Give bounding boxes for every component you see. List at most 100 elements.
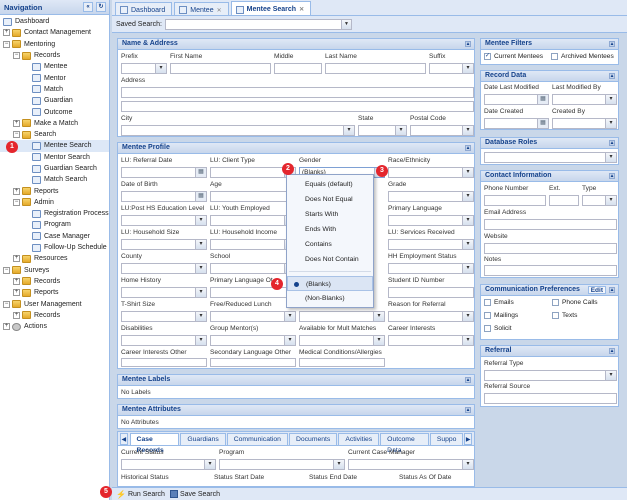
tree-item-match-search[interactable]: Match Search [0,174,109,185]
tree-item-follow-up-schedule[interactable]: Follow-Up Schedule [0,242,109,253]
referral-date-input[interactable] [121,167,207,178]
tab-communication[interactable]: Communication [226,433,288,445]
tree-item-survey-records[interactable]: + Records [0,276,109,287]
menu-item-does-not-contain[interactable]: Does Not Contain [287,252,373,267]
suffix-select[interactable] [429,63,474,74]
menu-item-equals[interactable]: Equals (default) [287,177,373,192]
tab-mentee[interactable]: Mentee ✕ [174,2,229,15]
hh-employment-select[interactable] [388,263,474,274]
archived-mentees-checkbox[interactable]: Archived Mentees [551,53,614,60]
tree-item-case-manager[interactable]: Case Manager [0,231,109,242]
last-name-input[interactable] [325,63,426,74]
expand-icon[interactable]: + [13,277,20,285]
saved-search-select[interactable]: ▼ [164,18,352,30]
mailings-checkbox[interactable]: Mailings [484,312,518,319]
collapse-toggle-icon[interactable]: ▴ [465,41,471,47]
tree-item-make-a-match[interactable]: + Make a Match [0,118,109,129]
tab-case-records[interactable]: Case Records [129,433,180,454]
program-select[interactable] [219,459,345,470]
household-income-select[interactable] [210,239,296,250]
tab-guardians[interactable]: Guardians [180,433,226,445]
tree-item-mentee[interactable]: Mentee [0,61,109,72]
referral-source-input[interactable] [484,393,617,404]
collapse-icon[interactable]: « [83,2,93,12]
tree-item-dashboard[interactable]: Dashboard [0,16,109,27]
tree-item-mentoring[interactable]: − Mentoring [0,39,109,50]
solicit-checkbox[interactable]: Solicit [484,325,512,332]
home-history-select[interactable] [121,287,207,298]
tshirt-size-select[interactable] [121,311,207,322]
tree-item-user-management[interactable]: − User Management [0,298,109,309]
collapse-node-icon[interactable]: − [13,52,20,60]
scroll-left-icon[interactable]: ◀ [120,433,128,445]
state-select[interactable] [358,125,407,136]
free-lunch-select[interactable] [210,311,296,322]
student-id-input[interactable] [388,287,474,298]
post-hs-select[interactable] [121,215,207,226]
scroll-right-icon[interactable]: ▶ [464,433,472,445]
phone-type-select[interactable] [582,195,617,206]
referral-type-select[interactable] [484,370,617,381]
county-select[interactable] [121,263,207,274]
close-icon[interactable]: ✕ [217,7,222,14]
run-search-button[interactable]: ⚡ Run Search [116,490,165,499]
edit-button[interactable]: Edit [587,286,606,294]
tree-item-contact-management[interactable]: + Contact Management [0,27,109,38]
menu-item-non-blanks[interactable]: (Non-Blanks) [287,291,373,306]
current-status-select[interactable] [121,459,216,470]
dob-input[interactable] [121,191,207,202]
collapse-toggle-icon[interactable]: ▴ [609,173,615,179]
tab-dashboard[interactable]: Dashboard [115,2,173,15]
middle-input[interactable] [274,63,322,74]
tree-item-mentor[interactable]: Mentor [0,72,109,83]
expand-icon[interactable]: + [13,289,20,297]
menu-item-does-not-equal[interactable]: Does Not Equal [287,192,373,207]
tree-item-reports[interactable]: + Reports [0,185,109,196]
menu-item-contains[interactable]: Contains [287,237,373,252]
tab-support[interactable]: Suppo [429,433,464,445]
collapse-toggle-icon[interactable]: ▴ [465,377,471,383]
collapse-node-icon[interactable]: − [3,40,10,48]
group-mentors-select[interactable] [210,335,296,346]
primary-language-select[interactable] [388,215,474,226]
ext-input[interactable] [549,195,579,206]
refresh-icon[interactable]: ↻ [96,2,106,12]
case-manager-select[interactable] [348,459,474,470]
tree-item-records[interactable]: − Records [0,50,109,61]
tab-activities[interactable]: Activities [338,433,380,445]
texts-checkbox[interactable]: Texts [552,312,577,319]
emails-checkbox[interactable]: Emails [484,299,514,306]
created-by-select[interactable] [552,118,617,129]
prefix-select[interactable] [121,63,167,74]
phone-calls-checkbox[interactable]: Phone Calls [552,299,598,306]
secondary-language-input[interactable] [210,358,296,367]
race-select[interactable] [388,167,474,178]
expand-icon[interactable]: + [3,29,10,37]
tree-item-user-records[interactable]: + Records [0,310,109,321]
tree-item-survey-reports[interactable]: + Reports [0,287,109,298]
available-mult-select[interactable] [299,335,385,346]
last-modified-by-select[interactable] [552,94,617,105]
household-size-select[interactable] [121,239,207,250]
tree-item-resources[interactable]: + Resources [0,253,109,264]
postal-code-select[interactable] [410,125,474,136]
tree-item-mentor-search[interactable]: Mentor Search [0,152,109,163]
grade-select[interactable] [388,191,474,202]
phone-input[interactable] [484,195,546,206]
school-select[interactable] [210,263,296,274]
menu-item-ends-with[interactable]: Ends With [287,222,373,237]
database-roles-select[interactable] [484,152,617,163]
last-modified-input[interactable] [484,94,549,105]
tree-item-guardian-search[interactable]: Guardian Search [0,163,109,174]
city-select[interactable] [121,125,355,136]
tree-item-registration-process[interactable]: Registration Process [0,208,109,219]
expand-icon[interactable]: + [13,187,20,195]
tree-item-guardian[interactable]: Guardian [0,95,109,106]
tree-item-match[interactable]: Match [0,84,109,95]
age-input[interactable] [210,191,296,202]
expand-icon[interactable]: + [13,311,20,319]
expand-icon[interactable]: + [3,323,10,331]
date-created-input[interactable] [484,118,549,129]
tree-item-admin[interactable]: − Admin [0,197,109,208]
collapse-toggle-icon[interactable]: ▴ [465,145,471,151]
